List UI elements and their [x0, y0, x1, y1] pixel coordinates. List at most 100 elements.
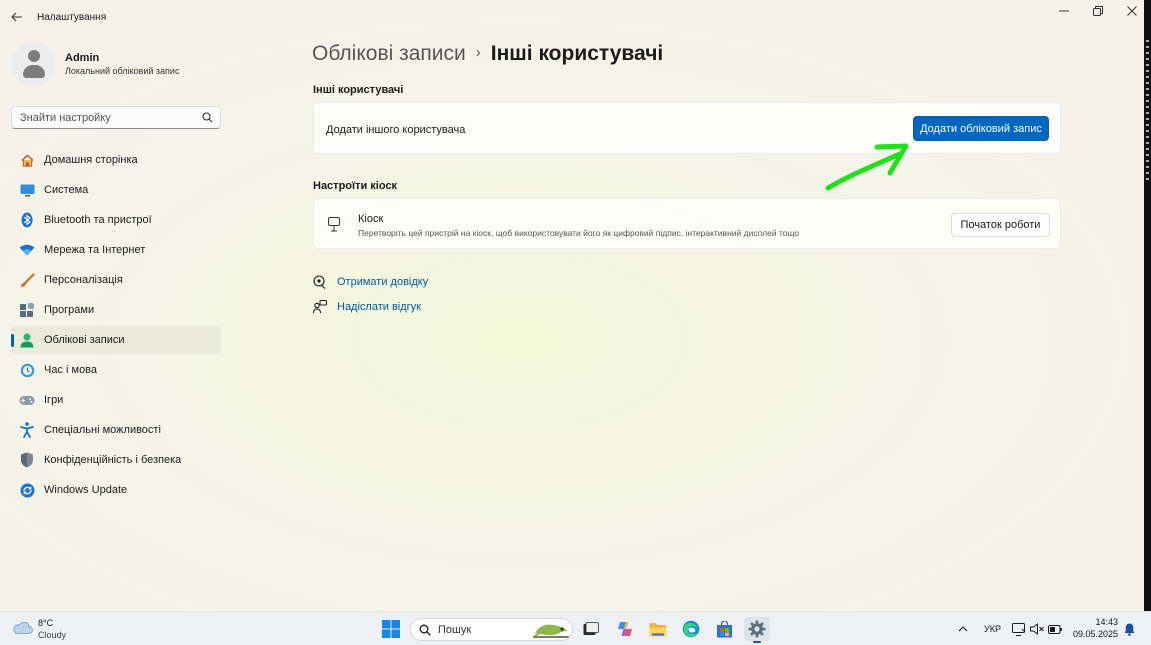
taskbar: 8°C Cloudy Пошук УКР 14:43 09.05.2025 — [0, 611, 1151, 645]
restore-button[interactable] — [1081, 0, 1115, 22]
sidebar-item-apps[interactable]: Програми — [11, 296, 221, 324]
sidebar-item-label: Мережа та Інтернет — [44, 244, 146, 256]
settings-search[interactable] — [11, 106, 221, 129]
sidebar-item-network[interactable]: Мережа та Інтернет — [11, 236, 221, 264]
network-monitor-icon — [1012, 622, 1026, 636]
folder-icon — [649, 622, 667, 636]
avatar[interactable] — [12, 42, 56, 86]
windows-logo-icon — [382, 620, 400, 638]
taskbar-search[interactable]: Пошук — [410, 618, 573, 641]
taskbar-search-placeholder: Пошук — [438, 624, 472, 636]
send-feedback-label[interactable]: Надіслати відгук — [337, 301, 421, 313]
show-hidden-icons-button[interactable] — [955, 612, 971, 645]
accessibility-icon — [19, 422, 35, 438]
add-user-label: Додати іншого користувача — [326, 124, 466, 136]
breadcrumb: Облікові записи › Інші користувачі — [312, 42, 663, 66]
volume-muted-icon — [1030, 623, 1044, 635]
shield-icon — [19, 452, 35, 468]
back-arrow-icon — [11, 12, 22, 22]
sidebar-item-system[interactable]: Система — [11, 176, 221, 204]
store-button[interactable] — [711, 617, 737, 641]
sidebar-item-label: Програми — [44, 304, 95, 316]
add-user-card: Додати іншого користувача Додати обліков… — [313, 102, 1061, 154]
wifi-icon — [19, 242, 35, 258]
edge-button[interactable] — [678, 617, 704, 641]
section-title-other-users: Інші користувачі — [313, 84, 404, 96]
cloud-icon — [13, 621, 33, 634]
bell-icon — [1124, 623, 1134, 636]
gamepad-icon — [19, 392, 35, 408]
bluetooth-icon — [19, 212, 35, 228]
sidebar-item-time-language[interactable]: Час і мова — [11, 356, 221, 384]
copilot-button[interactable] — [612, 617, 638, 641]
sidebar-item-label: Облікові записи — [44, 334, 125, 346]
home-icon — [19, 152, 35, 168]
get-help-link[interactable]: Отримати довідку — [312, 273, 428, 291]
get-started-button[interactable]: Початок роботи — [951, 213, 1050, 237]
system-icon — [19, 182, 35, 198]
sidebar-item-label: Windows Update — [44, 484, 128, 496]
sidebar-item-label: Bluetooth та пристрої — [44, 214, 152, 226]
add-account-button[interactable]: Додати обліковий запис — [913, 116, 1049, 141]
user-name: Admin — [65, 52, 100, 64]
app-title: Налаштування — [37, 12, 107, 23]
kiosk-title: Кіоск — [358, 213, 384, 225]
clock[interactable]: 14:43 09.05.2025 — [1070, 617, 1118, 640]
windows-update-icon — [19, 482, 35, 498]
search-input[interactable] — [12, 107, 192, 128]
file-explorer-button[interactable] — [645, 617, 671, 641]
network-tray-button[interactable] — [1011, 612, 1027, 645]
sidebar-item-label: Домашня сторінка — [44, 154, 138, 166]
kiosk-description: Перетворіть цей пристрій на кіоск, щоб в… — [358, 228, 800, 238]
send-feedback-link[interactable]: Надіслати відгук — [312, 298, 421, 316]
battery-tray-button[interactable] — [1047, 612, 1063, 645]
sidebar-item-accessibility[interactable]: Спеціальні можливості — [11, 416, 221, 444]
sidebar-item-label: Система — [44, 184, 89, 196]
language-indicator[interactable]: УКР — [984, 624, 1001, 634]
sidebar-item-label: Конфіденційність і безпека — [44, 454, 182, 466]
breadcrumb-parent[interactable]: Облікові записи — [312, 42, 466, 65]
minimize-button[interactable] — [1047, 0, 1081, 22]
sidebar-nav: Домашня сторінка Система Bluetooth та пр… — [11, 146, 221, 506]
sidebar-item-privacy[interactable]: Конфіденційність і безпека — [11, 446, 221, 474]
sidebar-item-label: Ігри — [44, 394, 64, 406]
avatar-body-icon — [23, 65, 45, 78]
get-help-label[interactable]: Отримати довідку — [337, 276, 428, 288]
sidebar-item-label: Спеціальні можливості — [44, 424, 161, 436]
start-button[interactable] — [378, 617, 404, 641]
section-title-kiosk: Настроїти кіоск — [313, 180, 398, 192]
chevron-up-icon — [958, 626, 968, 632]
volume-tray-button[interactable] — [1029, 612, 1045, 645]
time-language-icon — [19, 362, 35, 378]
scrollbar[interactable] — [1146, 40, 1149, 180]
weather-temperature: 8°C — [38, 618, 54, 628]
back-button[interactable] — [8, 8, 26, 26]
page-title: Інші користувачі — [490, 42, 664, 65]
search-icon — [419, 624, 431, 636]
sidebar-item-accounts[interactable]: Облікові записи — [11, 326, 221, 354]
account-type: Локальний обліковий запис — [65, 66, 180, 76]
notifications-button[interactable] — [1121, 612, 1137, 645]
kiosk-card: Кіоск Перетворіть цей пристрій на кіоск,… — [313, 198, 1061, 249]
task-view-button[interactable] — [578, 617, 604, 641]
search-icon[interactable] — [202, 112, 213, 123]
sidebar-item-windows-update[interactable]: Windows Update — [11, 476, 221, 504]
title-bar: Налаштування — [0, 0, 1151, 34]
sidebar-item-home[interactable]: Домашня сторінка — [11, 146, 221, 174]
avatar-head-icon — [28, 50, 40, 62]
sidebar-item-label: Час і мова — [44, 364, 98, 376]
settings-taskbar-button[interactable] — [744, 617, 770, 643]
brush-icon — [19, 272, 35, 288]
sidebar-item-bluetooth[interactable]: Bluetooth та пристрої — [11, 206, 221, 234]
store-icon — [716, 620, 732, 637]
weather-condition: Cloudy — [38, 630, 67, 640]
close-icon — [1127, 6, 1137, 16]
sidebar-item-personalization[interactable]: Персоналізація — [11, 266, 221, 294]
annotation-arrow-icon — [825, 143, 909, 191]
accounts-icon — [19, 332, 35, 348]
sidebar-item-gaming[interactable]: Ігри — [11, 386, 221, 414]
gear-icon — [748, 620, 766, 638]
minimize-icon — [1059, 10, 1069, 12]
feedback-icon — [312, 299, 328, 315]
copilot-icon — [618, 622, 632, 636]
